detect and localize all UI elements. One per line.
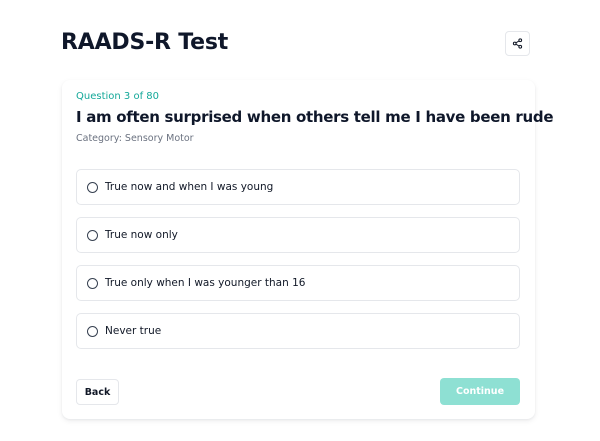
answer-option-label: True now and when I was young: [105, 181, 274, 193]
answer-option-4[interactable]: Never true: [76, 313, 520, 349]
radio-button[interactable]: [87, 277, 98, 289]
question-category: Category: Sensory Motor: [76, 133, 194, 144]
back-button[interactable]: Back: [76, 379, 119, 405]
answer-option-label: True now only: [105, 229, 178, 241]
radio-button[interactable]: [87, 181, 98, 193]
answer-option-2[interactable]: True now only: [76, 217, 520, 253]
question-counter: Question 3 of 80: [76, 91, 159, 102]
raads-r-test-page: RAADS-R Test Question 3 of 80 I am often…: [0, 0, 600, 441]
question-text: I am often surprised when others tell me…: [76, 108, 554, 126]
share-button[interactable]: [505, 31, 530, 56]
continue-button[interactable]: Continue: [440, 378, 520, 405]
answer-option-1[interactable]: True now and when I was young: [76, 169, 520, 205]
answer-option-label: Never true: [105, 325, 162, 337]
answer-option-label: True only when I was younger than 16: [105, 277, 306, 289]
answer-option-3[interactable]: True only when I was younger than 16: [76, 265, 520, 301]
page-title: RAADS-R Test: [61, 30, 229, 55]
radio-button[interactable]: [87, 229, 98, 241]
radio-button[interactable]: [87, 325, 98, 337]
share-icon: [512, 38, 523, 49]
